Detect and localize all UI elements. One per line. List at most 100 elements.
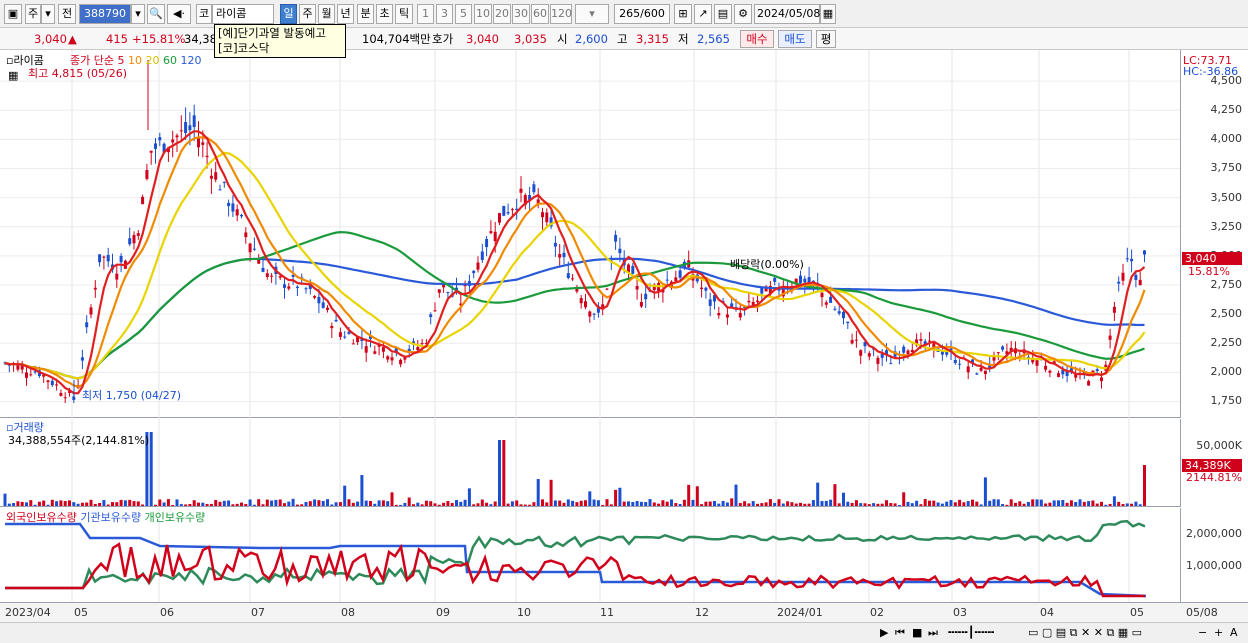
candle-body <box>283 284 286 288</box>
view-icons[interactable]: ▭ ▢ ▤ ⧉ ✕ ✕ ⧉ ▦ ▭ <box>1028 626 1142 639</box>
draw-icon[interactable]: ↗ <box>694 4 712 24</box>
zoom-slider[interactable]: ╍╍╍┃╍╍╍ <box>948 626 994 639</box>
institution-holdings-label: 기관보유수량 <box>80 511 142 524</box>
interval-3[interactable]: 3 <box>436 4 453 24</box>
volume-bar <box>1125 503 1129 506</box>
grid-icon[interactable]: ▦ <box>8 69 18 82</box>
volume-bar <box>588 491 592 506</box>
period-second[interactable]: 초 <box>376 4 393 24</box>
stop-icon[interactable]: ■ <box>912 626 922 639</box>
speaker-icon[interactable]: ◀· <box>167 4 191 24</box>
auto-scale-icon[interactable]: A <box>1230 626 1238 639</box>
candle-body <box>725 314 729 318</box>
scroll-right-icon[interactable]: ▶ <box>880 626 888 639</box>
candle-body <box>837 311 841 314</box>
volume-bar <box>278 499 282 506</box>
interval-20[interactable]: 20 <box>493 4 511 24</box>
volume-bar <box>519 504 523 506</box>
candle-icon[interactable]: ⊞ <box>674 4 692 24</box>
volume-name: 거래량 <box>13 421 44 434</box>
search-icon[interactable]: 🔍 <box>147 4 165 24</box>
volume-bar <box>1121 503 1125 506</box>
volume-bar <box>510 501 514 506</box>
first-page-icon[interactable]: ⏮ <box>895 626 905 639</box>
candle-body <box>979 367 983 371</box>
period-day[interactable]: 일 <box>280 4 297 24</box>
period-month[interactable]: 월 <box>318 4 335 24</box>
candle-body <box>983 370 987 375</box>
candle-body <box>330 326 334 329</box>
avg-button[interactable]: 평 <box>816 30 836 48</box>
period-minute[interactable]: 분 <box>357 4 374 24</box>
volume-bar <box>102 499 106 506</box>
dropdown-icon[interactable]: ▾ <box>41 4 55 24</box>
volume-bar <box>20 501 24 506</box>
date-input[interactable]: 2024/05/08 <box>754 4 820 24</box>
volume-bar <box>958 499 962 506</box>
candle-body <box>850 340 854 344</box>
last-page-icon[interactable]: ⏭ <box>928 626 938 639</box>
stock-code-input[interactable]: 388790 <box>79 4 131 24</box>
candle-body <box>829 296 833 303</box>
interval-10[interactable]: 10 <box>474 4 492 24</box>
candle-body <box>201 142 205 145</box>
candle-body <box>278 276 282 278</box>
volume-bar <box>175 499 179 506</box>
period-tick[interactable]: 틱 <box>395 4 413 24</box>
volume-bar <box>248 499 252 506</box>
volume-bar <box>747 503 751 506</box>
volume-bar <box>721 500 725 506</box>
interval-120[interactable]: 120 <box>550 4 572 24</box>
count-field[interactable]: 265/600 <box>614 4 670 24</box>
volume-bar <box>265 499 269 506</box>
candle-body <box>338 332 342 337</box>
volume-bar <box>55 501 59 506</box>
volume-bar <box>188 504 192 506</box>
candle-body <box>928 340 931 342</box>
volume-bar <box>558 500 562 506</box>
candle-body <box>1108 335 1112 340</box>
volume-bar <box>459 501 463 506</box>
interval-5[interactable]: 5 <box>455 4 472 24</box>
volume-panel[interactable]: ▫거래량 34,388,554주(2,144.81%) <box>0 419 1180 507</box>
stock-name-field[interactable]: 라이콤 <box>212 4 274 24</box>
holdings-panel[interactable]: 외국인보유수량 기관보유수량 개인보유수량 <box>0 508 1180 602</box>
candle-body <box>171 139 175 143</box>
volume-bar <box>89 499 93 506</box>
tab-ju[interactable]: 주 <box>25 4 41 24</box>
period-year[interactable]: 년 <box>337 4 354 24</box>
chart-menu-icon[interactable]: ▣ <box>4 4 22 24</box>
ask-price-1: 3,040 <box>466 32 499 46</box>
interval-30[interactable]: 30 <box>512 4 530 24</box>
volume-bar <box>562 502 566 506</box>
candle-body <box>248 243 252 253</box>
code-dropdown-icon[interactable]: ▾ <box>131 4 145 24</box>
buy-button[interactable]: 매수 <box>740 30 774 48</box>
interval-60[interactable]: 60 <box>531 4 549 24</box>
volume-bar <box>902 492 906 506</box>
volume-bar <box>992 499 996 506</box>
chart-scroll-bar[interactable]: ▶ ⏮ ■ ⏭ ╍╍╍┃╍╍╍ ▭ ▢ ▤ ⧉ ✕ ✕ ⧉ ▦ ▭ − + A <box>0 622 1248 643</box>
volume-bar <box>381 500 385 506</box>
candle-body <box>433 310 437 312</box>
zoom-in-icon[interactable]: + <box>1214 626 1223 639</box>
candle-body <box>50 380 54 386</box>
calendar-icon[interactable]: ▦ <box>820 4 836 24</box>
volume-bar <box>794 503 798 506</box>
volume-bar <box>1048 502 1052 506</box>
volume-bar <box>768 499 772 506</box>
sell-button[interactable]: 매도 <box>778 30 812 48</box>
save-icon[interactable]: ▤ <box>714 4 732 24</box>
candle-body <box>867 353 871 357</box>
interval-1[interactable]: 1 <box>417 4 434 24</box>
candle-body <box>541 212 544 218</box>
price-chart-panel[interactable]: ▫라이콤 종가 단순 5 10 20 60 120 ▦ 최고 4,815 (05… <box>0 50 1180 418</box>
gear-icon[interactable]: ⚙ <box>734 4 752 24</box>
candle-body <box>235 209 239 216</box>
candle-body <box>295 286 299 289</box>
interval-dropdown[interactable]: ▾ <box>575 4 609 24</box>
zoom-out-icon[interactable]: − <box>1198 626 1207 639</box>
period-week[interactable]: 주 <box>299 4 316 24</box>
volume-bar <box>966 501 970 506</box>
tab-jeon[interactable]: 전 <box>58 4 76 24</box>
